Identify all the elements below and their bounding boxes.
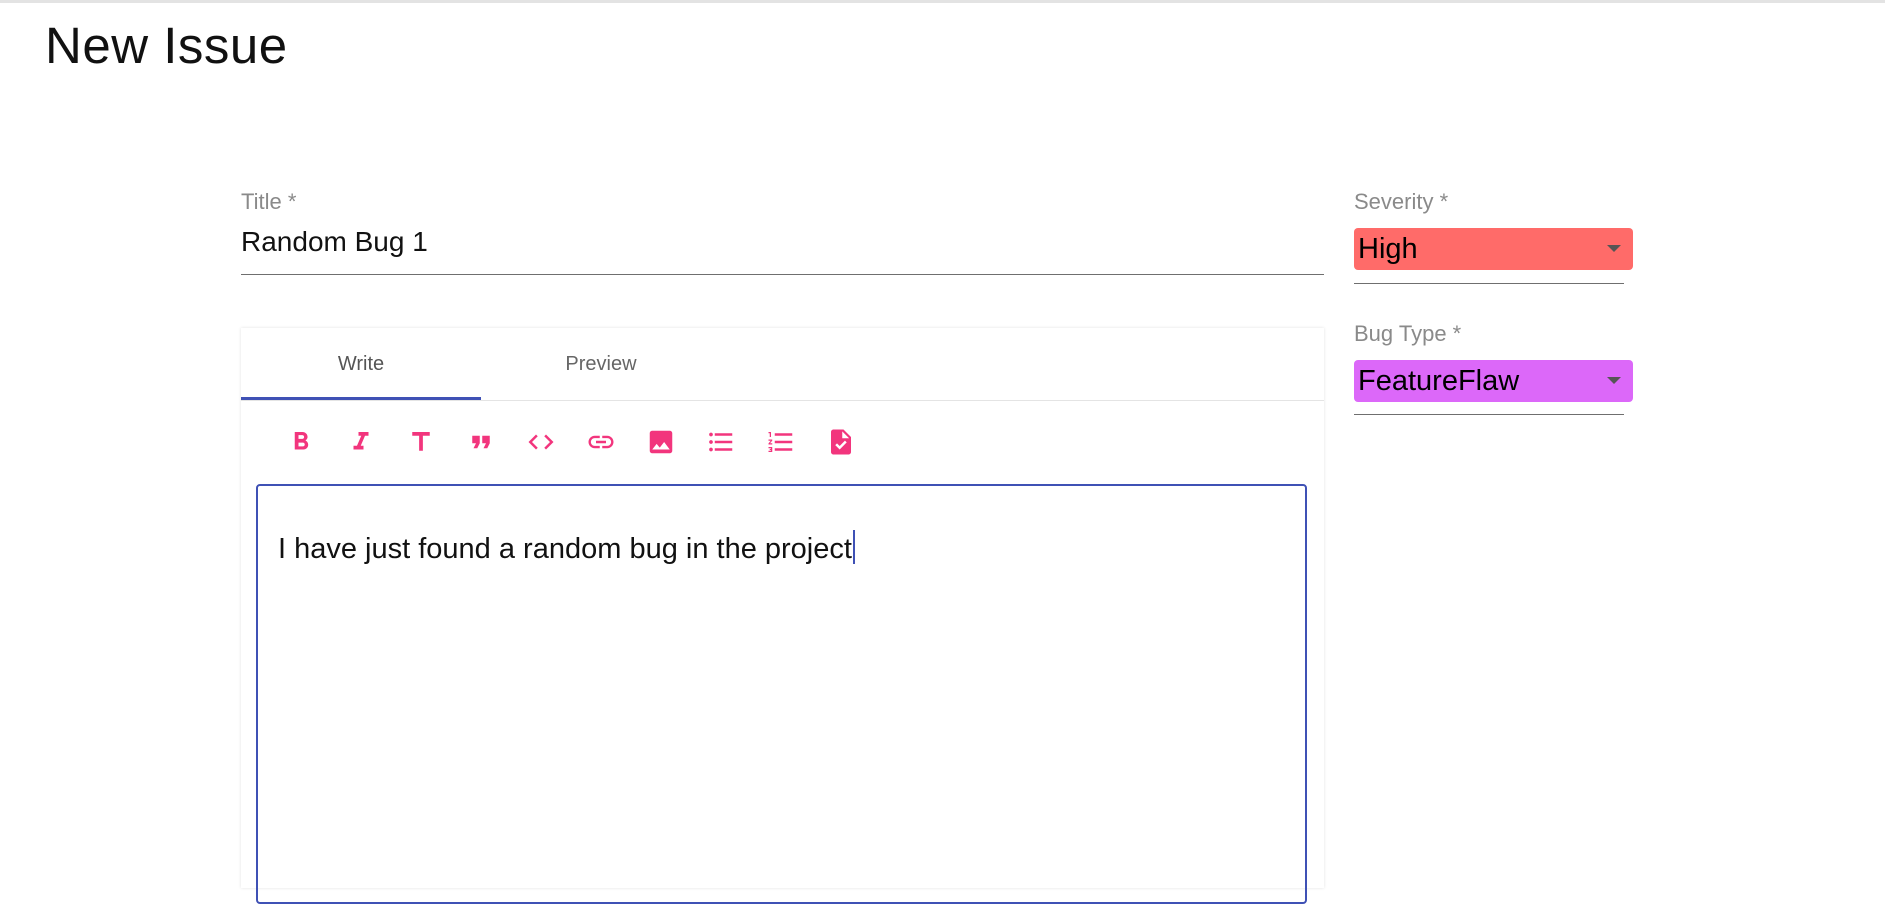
active-tab-indicator [241,397,481,400]
ordered-list-icon[interactable] [751,420,811,464]
dropdown-arrow-icon [1607,377,1621,384]
description-textarea[interactable]: I have just found a random bug in the pr… [256,484,1307,904]
tab-preview[interactable]: Preview [481,328,721,400]
link-icon[interactable] [571,420,631,464]
tab-write[interactable]: Write [241,328,481,400]
editor-tabs: Write Preview [241,328,1324,401]
title-input[interactable]: Random Bug 1 [241,226,428,258]
unordered-list-icon[interactable] [691,420,751,464]
quote-icon[interactable] [451,420,511,464]
editor-toolbar [271,420,871,464]
description-text: I have just found a random bug in the pr… [278,533,852,565]
severity-label: Severity * [1354,189,1449,214]
italic-icon[interactable] [331,420,391,464]
bug-type-label: Bug Type * [1354,321,1462,346]
title-input-underline [241,274,1324,275]
bug-type-underline [1354,414,1624,415]
severity-select[interactable]: High [1354,228,1633,270]
bold-icon[interactable] [271,420,331,464]
text-caret [852,530,855,564]
header-icon[interactable] [391,420,451,464]
dropdown-arrow-icon [1607,245,1621,252]
bug-type-value: FeatureFlaw [1358,364,1520,397]
top-divider [0,0,1885,3]
bug-type-select[interactable]: FeatureFlaw [1354,360,1633,402]
title-label: Title * [241,189,297,214]
code-icon[interactable] [511,420,571,464]
severity-underline [1354,283,1624,284]
checked-list-icon[interactable] [811,420,871,464]
image-icon[interactable] [631,420,691,464]
markdown-editor: Write Preview I have just found a random… [241,328,1324,904]
page-title: New Issue [45,17,288,74]
severity-value: High [1358,232,1418,265]
